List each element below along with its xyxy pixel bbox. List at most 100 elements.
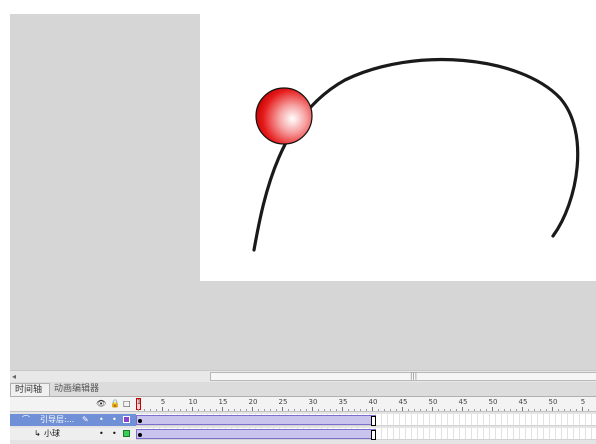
ball[interactable] [255,87,313,145]
ruler-tick [246,409,247,411]
ruler-tick [372,407,373,411]
ruler-tick [360,409,361,411]
ruler-tick [552,407,553,411]
tab-motion-editor[interactable]: 动画编辑器 [50,383,108,396]
end-keyframe[interactable] [371,430,376,440]
frame-track[interactable] [136,414,596,426]
layer-row-ball[interactable]: ↳ 小球 • • [10,428,596,440]
ruler-tick [576,409,577,411]
visibility-dot[interactable]: • [99,428,104,440]
ruler-tick [474,409,475,411]
ruler-tick [348,409,349,411]
layer-header[interactable]: ⌒ 引导层:... ✎ • • [10,414,136,426]
ruler-label: 45 [518,398,528,406]
ruler-tick [390,409,391,411]
ruler-tick [510,409,511,411]
scrollbar-thumb[interactable] [210,372,596,381]
guide-layer-icon: ⌒ [22,415,30,424]
start-keyframe[interactable] [138,433,142,437]
ruler-tick [252,407,253,411]
ruler-tick [486,409,487,411]
outline-icon[interactable]: □ [123,400,131,408]
motion-guide-path[interactable] [252,58,580,252]
ruler-label: 40 [368,398,378,406]
ruler-tick [414,409,415,411]
ruler-tick [138,409,139,411]
lock-dot[interactable]: • [112,428,117,440]
layer-row-guide[interactable]: ⌒ 引导层:... ✎ • • [10,414,596,426]
ruler-label: 30 [308,398,318,406]
scroll-left-icon[interactable]: ◂ [12,371,16,382]
eye-icon[interactable]: 👁 [96,400,106,408]
lock-dot[interactable]: • [112,414,117,426]
ruler-tick [522,407,523,411]
stage[interactable] [200,14,596,281]
tab-timeline[interactable]: 时间轴 [10,383,50,396]
pencil-icon: ✎ [82,415,89,424]
ruler-label: 50 [548,398,558,406]
ruler-tick [438,409,439,411]
ruler-tick [480,409,481,411]
start-keyframe[interactable] [138,419,142,423]
ruler-label: 10 [188,398,198,406]
ruler-tick [222,407,223,411]
ruler-tick [402,407,403,411]
ruler-tick [180,409,181,411]
ruler-tick [534,409,535,411]
lock-icon[interactable]: 🔒 [110,400,120,408]
ruler-tick [504,409,505,411]
ruler-tick [294,409,295,411]
ruler-tick [336,409,337,411]
ruler-tick [228,409,229,411]
layer-color-swatch[interactable] [123,416,130,423]
ruler-tick [396,409,397,411]
stage-canvas [252,58,580,252]
layer-name[interactable]: 引导层:... [40,414,74,426]
ruler-tick [468,409,469,411]
ruler-tick [516,409,517,411]
ruler-tick [162,407,163,411]
frame-track[interactable] [136,428,596,440]
ruler-label: 50 [428,398,438,406]
frame-ruler[interactable]: 1510152025303540455045504550580 [136,397,596,411]
layer-name[interactable]: 小球 [44,428,60,440]
ruler-tick [354,409,355,411]
layer-color-swatch[interactable] [123,430,130,437]
ruler-tick [432,407,433,411]
ruler-label: 50 [488,398,498,406]
ruler-tick [366,409,367,411]
ruler-tick [150,409,151,411]
ruler-tick [558,409,559,411]
ruler-tick [210,409,211,411]
ruler-tick [258,409,259,411]
ruler-label: 1 [136,398,142,406]
ruler-tick [462,407,463,411]
ruler-tick [498,409,499,411]
layer-icon: ↳ [34,429,41,438]
ruler-tick [546,409,547,411]
ruler-tick [582,407,583,411]
ruler-label: 25 [278,398,288,406]
ruler-tick [288,409,289,411]
visibility-dot[interactable]: • [99,414,104,426]
tween-span[interactable] [136,429,376,440]
ruler-tick [156,409,157,411]
ruler-tick [300,409,301,411]
ruler-tick [198,409,199,411]
ruler-label: 20 [248,398,258,406]
ruler-tick [192,407,193,411]
tween-span[interactable] [136,415,376,426]
ruler-tick [588,409,589,411]
ruler-label: 5 [580,398,586,406]
ruler-tick [564,409,565,411]
end-keyframe[interactable] [371,416,376,426]
layer-header[interactable]: ↳ 小球 • • [10,428,136,440]
ruler-label: 45 [458,398,468,406]
ruler-tick [282,407,283,411]
horizontal-scrollbar[interactable]: ◂ ||| [10,370,596,382]
ruler-label: 15 [218,398,228,406]
ruler-tick [234,409,235,411]
ruler-tick [204,409,205,411]
ruler-tick [450,409,451,411]
ruler-label: 35 [338,398,348,406]
